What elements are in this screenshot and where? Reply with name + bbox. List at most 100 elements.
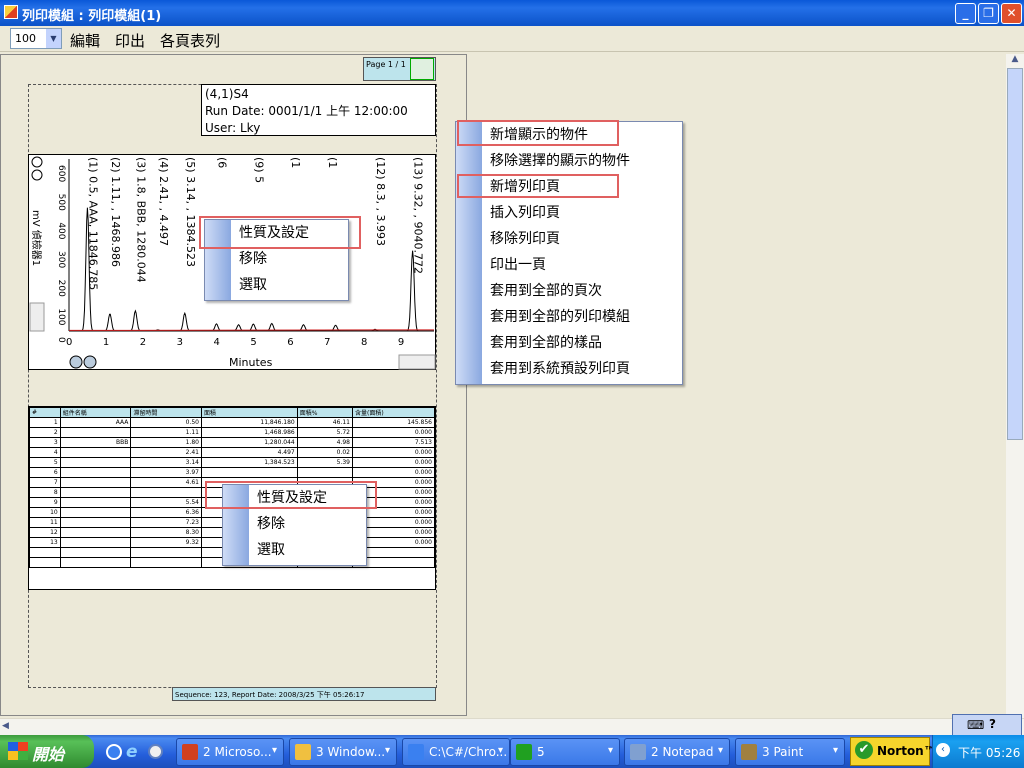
- chevron-down-icon[interactable]: ▾: [833, 745, 838, 756]
- table-cell: 9.32: [130, 537, 202, 548]
- flask-logo-icon: [410, 58, 434, 80]
- table-cell: 0.000: [351, 427, 436, 438]
- zoom-in-icon: [69, 355, 83, 369]
- table-row[interactable]: 2 1.11 1,468.986 5.72 0.000: [29, 427, 436, 438]
- help-icon[interactable]: ?: [989, 717, 996, 731]
- context-menu-item[interactable]: 套用到全部的樣品: [456, 330, 682, 356]
- context-menu-item[interactable]: 套用到全部的列印模組: [456, 304, 682, 330]
- task-notepad[interactable]: 2 Notepad ▾: [624, 738, 730, 766]
- scroll-left-icon[interactable]: ◀: [2, 721, 9, 731]
- chevron-down-icon[interactable]: ▾: [718, 745, 723, 756]
- windows-logo-icon: [8, 742, 28, 760]
- table-cell: 12: [29, 527, 61, 538]
- scroll-up-icon[interactable]: ▲: [1006, 54, 1024, 68]
- table-cell: 0.02: [296, 447, 353, 458]
- table-row[interactable]: 1 AAA 0.50 11,846.180 46.11 145.856: [29, 417, 436, 428]
- zoom-select[interactable]: 100 ▼: [10, 28, 62, 49]
- window-title: 列印模組 : 列印模組(1): [22, 9, 162, 24]
- ie-icon[interactable]: e: [126, 742, 138, 762]
- language-bar[interactable]: ⌨ ?: [952, 714, 1022, 736]
- y-tick-label: 300: [56, 251, 66, 268]
- y-tick-label: 0: [56, 337, 66, 343]
- close-button[interactable]: ✕: [1001, 3, 1022, 24]
- chevron-down-icon[interactable]: ▾: [498, 745, 503, 756]
- task-icon: [741, 744, 757, 760]
- highlight-box: [199, 216, 361, 249]
- vertical-scrollbar[interactable]: ▲: [1006, 54, 1024, 718]
- table-cell: 1.11: [130, 427, 202, 438]
- context-menu-item[interactable]: 插入列印頁: [456, 200, 682, 226]
- task-icon: [630, 744, 646, 760]
- table-menu-item[interactable]: 移除: [223, 511, 366, 537]
- table-menu-item[interactable]: 選取: [223, 537, 366, 563]
- table-cell: 7: [29, 477, 61, 488]
- table-row[interactable]: 6 3.97 0.000: [29, 467, 436, 478]
- horizontal-scrollbar[interactable]: ◀: [0, 718, 1024, 735]
- task-app[interactable]: 5 ▾: [510, 738, 620, 766]
- keyboard-icon[interactable]: ⌨: [967, 718, 984, 732]
- peak-label: (4) 2.41, , 4.497: [157, 157, 170, 246]
- chevron-down-icon[interactable]: ▾: [385, 745, 390, 756]
- task-ie[interactable]: C:\C#/Chro... ▾: [402, 738, 510, 766]
- chart-menu-item[interactable]: 選取: [205, 272, 348, 298]
- table-cell: AAA: [59, 417, 132, 428]
- scroll-thumb[interactable]: [1007, 68, 1023, 440]
- x-tick-label: 7: [324, 337, 330, 348]
- chevron-down-icon[interactable]: ▼: [46, 29, 61, 48]
- peak-label: (1) 0.5, AAA, 11846.785: [86, 157, 99, 290]
- y-tick-label: 500: [56, 194, 66, 211]
- app-icon[interactable]: [4, 5, 18, 19]
- task-explorer[interactable]: 3 Window... ▾: [289, 738, 397, 766]
- table-row[interactable]: 4 2.41 4.497 0.02 0.000: [29, 447, 436, 458]
- clock[interactable]: 下午 05:26: [958, 744, 1020, 761]
- menu-edit[interactable]: 編輯: [70, 30, 100, 51]
- table-cell: [59, 497, 132, 508]
- task-paint[interactable]: 3 Paint ▾: [735, 738, 845, 766]
- peak-label: (5) 3.14, , 1384.523: [184, 157, 197, 267]
- table-header: 滯留時間: [130, 407, 202, 418]
- chevron-down-icon[interactable]: ▾: [272, 745, 277, 756]
- context-menu-item[interactable]: 移除列印頁: [456, 226, 682, 252]
- table-row[interactable]: 5 3.14 1,384.523 5.39 0.000: [29, 457, 436, 468]
- task-icon: [516, 744, 532, 760]
- context-menu-item[interactable]: 套用到全部的頁次: [456, 278, 682, 304]
- x-tick-label: 1: [103, 337, 109, 348]
- x-tick-label: 4: [213, 337, 219, 348]
- media-icon[interactable]: [148, 744, 163, 759]
- y-tick-label: 600: [56, 165, 66, 182]
- table-cell: 0.000: [351, 457, 436, 468]
- table-cell: 7.23: [130, 517, 202, 528]
- table-header: 面積: [200, 407, 298, 418]
- table-cell: BBB: [59, 437, 132, 448]
- info-icon: [31, 169, 43, 181]
- desktop-icon[interactable]: [106, 744, 122, 760]
- peak-label: (9) 5: [252, 157, 265, 183]
- chart-v-scroll: [29, 302, 45, 332]
- minimize-button[interactable]: _: [955, 3, 976, 24]
- table-cell: 11: [29, 517, 61, 528]
- table-cell: 8.30: [130, 527, 202, 538]
- task-icon: [295, 744, 311, 760]
- restore-button[interactable]: ❐: [978, 3, 999, 24]
- context-menu-item[interactable]: 套用到系統預設列印頁: [456, 356, 682, 382]
- sample-info-box[interactable]: (4,1)S4 Run Date: 0001/1/1 上午 12:00:00 U…: [201, 84, 436, 136]
- table-cell: [59, 517, 132, 528]
- task-powerpoint[interactable]: 2 Microso... ▾: [176, 738, 284, 766]
- menu-print[interactable]: 印出: [115, 30, 145, 51]
- menu-page-list[interactable]: 各頁表列: [160, 30, 220, 51]
- chart-menu-item[interactable]: 移除: [205, 246, 348, 272]
- baseline: [68, 329, 435, 331]
- table-cell: 3.97: [130, 467, 202, 478]
- zoom-in-icon: [31, 156, 43, 168]
- table-cell: 0.000: [351, 447, 436, 458]
- table-cell: 46.11: [296, 417, 353, 428]
- table-cell: [59, 457, 132, 468]
- table-cell: 3: [29, 437, 61, 448]
- context-menu-item[interactable]: 移除選擇的顯示的物件: [456, 148, 682, 174]
- table-cell: [59, 487, 132, 498]
- chevron-down-icon[interactable]: ▾: [608, 745, 613, 756]
- table-cell: 1,468.986: [200, 427, 298, 438]
- tray-arrow-icon[interactable]: ‹: [936, 743, 950, 757]
- context-menu-item[interactable]: 印出一頁: [456, 252, 682, 278]
- table-row[interactable]: 3 BBB 1.80 1,280.044 4.98 7.513: [29, 437, 436, 448]
